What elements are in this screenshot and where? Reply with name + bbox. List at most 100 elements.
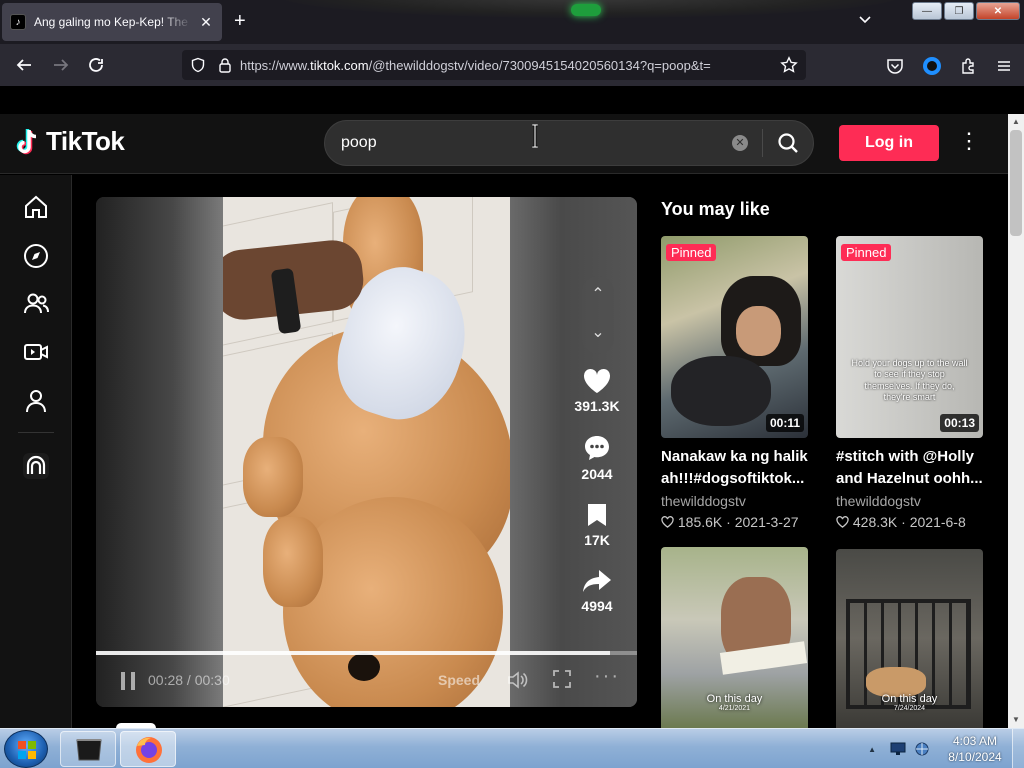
taskbar-app-firefox[interactable] [120, 731, 176, 767]
speed-button[interactable]: Speed [438, 672, 480, 688]
page-scrollbar[interactable]: ▲ ▼ [1008, 114, 1024, 728]
video-duration: 00:13 [940, 414, 979, 432]
heart-icon [583, 368, 611, 393]
comment-action[interactable]: 2044 [569, 434, 625, 482]
creator-tools-icon[interactable] [22, 452, 50, 480]
volume-icon[interactable] [506, 669, 528, 691]
reload-icon [89, 58, 103, 72]
search-button[interactable] [763, 121, 813, 165]
profile-icon[interactable] [22, 387, 50, 415]
new-tab-button[interactable]: + [234, 10, 246, 33]
you-may-like-heading: You may like [661, 199, 770, 219]
tab-strip: ♪ Ang galing mo Kep-Kep! The b ✕ + — ❐ ✕ [0, 0, 1024, 44]
on-this-day-text: On this day [706, 693, 763, 705]
account-avatar-icon[interactable] [922, 56, 942, 76]
video-duration: 00:11 [765, 414, 804, 432]
browser-tab-active[interactable]: ♪ Ang galing mo Kep-Kep! The b ✕ [2, 3, 222, 41]
window-controls: — ❐ ✕ [912, 2, 1020, 20]
url-domain: tiktok.com [310, 57, 369, 73]
live-icon[interactable] [22, 338, 50, 366]
minimize-button[interactable]: — [912, 2, 942, 20]
extensions-icon[interactable] [960, 57, 978, 75]
comment-count: 2044 [581, 466, 613, 482]
save-action[interactable]: 17K [569, 502, 625, 548]
clear-search-icon[interactable]: ✕ [732, 135, 748, 151]
display-icon[interactable] [890, 742, 906, 756]
video-thumbnail[interactable]: Pinned 00:11 [661, 236, 808, 438]
show-desktop-button[interactable] [1012, 729, 1024, 768]
tiktok-logo[interactable]: TikTok [14, 126, 125, 157]
taskbar-clock[interactable]: 4:03 AM 8/10/2024 [938, 733, 1012, 765]
url-text: https://www.tiktok.com/@thewilddogstv/vi… [240, 58, 760, 73]
show-hidden-icons-icon[interactable]: ▲ [868, 745, 876, 754]
firefox-icon [136, 737, 162, 763]
tiktok-header: TikTok poop ✕ Log in ⋮ [0, 114, 1008, 174]
pinned-badge: Pinned [841, 244, 892, 261]
share-icon [583, 570, 611, 592]
logo-text: TikTok [46, 126, 125, 156]
video-nav-arrows: ⌃ ⌄ [582, 276, 614, 354]
tracking-protection-shield-icon[interactable] [190, 57, 206, 73]
network-icon[interactable] [914, 741, 930, 757]
lock-icon[interactable] [218, 57, 232, 73]
video-thumbnail[interactable]: On this day 7/24/2024 [836, 549, 983, 728]
previous-video-icon[interactable]: ⌃ [582, 284, 614, 304]
forward-button[interactable] [50, 54, 72, 76]
scroll-down-icon[interactable]: ▼ [1008, 712, 1024, 728]
like-action[interactable]: 391.3K [569, 368, 625, 414]
start-button[interactable] [4, 730, 48, 768]
login-button[interactable]: Log in [839, 125, 939, 161]
video-more-icon[interactable]: ··· [594, 665, 620, 688]
pinned-badge: Pinned [666, 244, 717, 261]
tiktok-favicon-icon: ♪ [10, 14, 26, 30]
taskbar-app-terminal[interactable] [60, 731, 116, 767]
video-title[interactable]: Nanakaw ka ng halik ah!!!#dogsoftiktok..… [661, 446, 811, 490]
video-frame[interactable] [223, 197, 510, 707]
sidebar-divider [18, 432, 54, 433]
list-all-tabs-icon[interactable] [857, 12, 873, 28]
fullscreen-icon[interactable] [552, 669, 572, 689]
bookmark-star-icon[interactable] [780, 56, 798, 74]
video-meta: 428.3K · 2021-6-8 [836, 514, 966, 530]
pocket-icon[interactable] [886, 57, 904, 75]
following-icon[interactable] [22, 290, 50, 318]
back-button[interactable] [13, 54, 35, 76]
heart-outline-icon [836, 516, 849, 528]
save-count: 17K [584, 532, 610, 548]
video-title[interactable]: #stitch with @Holly and Hazelnut oohh... [836, 446, 986, 490]
scroll-up-icon[interactable]: ▲ [1008, 114, 1024, 130]
restore-button[interactable]: ❐ [944, 2, 974, 20]
video-date: 2021-6-8 [909, 514, 966, 530]
video-player[interactable]: 00:28 / 00:30 Speed ··· [96, 197, 637, 707]
video-author[interactable]: thewilddogstv [661, 493, 746, 509]
more-options-icon[interactable]: ⋮ [958, 130, 980, 154]
on-this-day-label: On this day 4/21/2021 [661, 693, 808, 712]
scrollbar-thumb[interactable] [1010, 130, 1022, 236]
reload-button[interactable] [85, 54, 107, 76]
system-tray: ▲ 4:03 AM 8/10/2024 [868, 729, 1024, 768]
web-page: TikTok poop ✕ Log in ⋮ ▲ ▼ 00:28 / 00:30… [0, 86, 1024, 728]
tab-title: Ang galing mo Kep-Kep! The b [34, 15, 192, 29]
video-thumbnail[interactable]: Pinned Hold your dogs up to the wall to … [836, 236, 983, 438]
video-blur-left [96, 197, 223, 707]
close-window-button[interactable]: ✕ [976, 2, 1020, 20]
on-this-day-label: On this day 7/24/2024 [836, 693, 983, 712]
thumbnail-caption: Hold your dogs up to the wall to see if … [851, 358, 968, 402]
close-tab-icon[interactable]: ✕ [198, 14, 214, 31]
explore-icon[interactable] [22, 242, 50, 270]
navigation-toolbar: https://www.tiktok.com/@thewilddogstv/vi… [0, 44, 1024, 86]
clock-date: 8/10/2024 [948, 750, 1002, 764]
video-timecode: 00:28 / 00:30 [148, 672, 230, 688]
video-author[interactable]: thewilddogstv [836, 493, 921, 509]
url-prefix: https://www. [240, 57, 311, 73]
address-bar[interactable]: https://www.tiktok.com/@thewilddogstv/vi… [182, 50, 806, 80]
home-icon[interactable] [22, 193, 50, 221]
pause-icon[interactable] [120, 671, 136, 691]
bookmark-icon [588, 504, 606, 526]
dog-in-arms [671, 356, 771, 426]
next-video-icon[interactable]: ⌄ [582, 322, 614, 342]
hamburger-menu-icon[interactable] [996, 58, 1012, 74]
video-thumbnail[interactable]: On this day 4/21/2021 [661, 547, 808, 728]
search-bar[interactable]: poop ✕ [324, 120, 814, 166]
share-action[interactable]: 4994 [569, 568, 625, 614]
